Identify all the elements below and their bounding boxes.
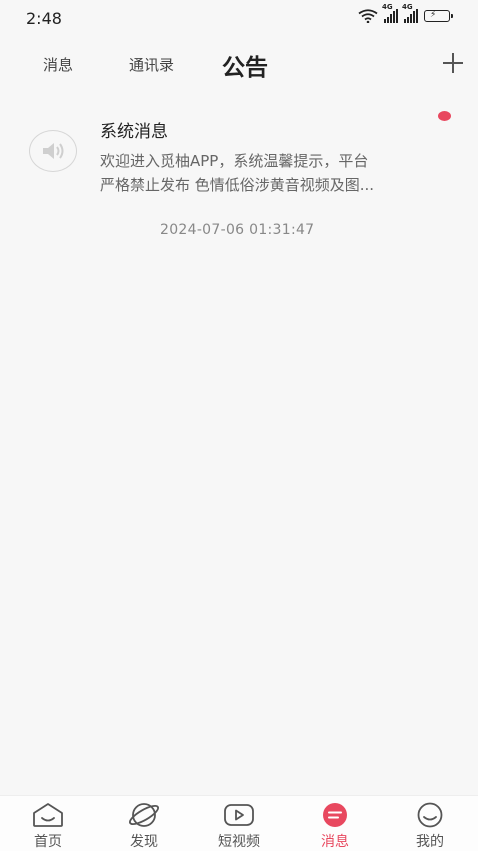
status-bar: 2:48 4G 4G ⚡: [0, 0, 478, 38]
notice-preview-line: 严格禁止发布 色情低俗涉黄音视频及图...: [100, 176, 375, 194]
play-icon: [224, 804, 254, 826]
planet-icon: [129, 803, 159, 827]
wifi-icon: [358, 9, 378, 23]
tab-contacts[interactable]: 通讯录: [129, 54, 174, 75]
notice-title: 系统消息: [100, 122, 168, 142]
notice-preview: 欢迎进入觅柚APP，系统温馨提示，平台 严格禁止发布 色情低俗涉黄音视频及图..…: [100, 149, 446, 197]
nav-label: 首页: [34, 834, 62, 850]
signal-icon: 4G: [382, 3, 398, 23]
notice-preview-line: 欢迎进入觅柚APP，系统温馨提示，平台: [100, 152, 369, 170]
top-tab-bar: 消息 通讯录 公告: [0, 40, 478, 88]
speaker-icon: [29, 130, 77, 172]
bottom-nav: 首页 发现 短视频 消息 我的: [0, 795, 478, 851]
nav-label: 短视频: [218, 834, 260, 850]
tab-messages[interactable]: 消息: [43, 54, 73, 75]
list-item[interactable]: 系统消息 欢迎进入觅柚APP，系统温馨提示，平台 严格禁止发布 色情低俗涉黄音视…: [0, 100, 478, 250]
smile-face-icon: [417, 802, 443, 828]
message-icon: [323, 803, 347, 827]
nav-label: 我的: [416, 834, 444, 850]
nav-item-profile[interactable]: 我的: [382, 796, 478, 851]
nav-item-discover[interactable]: 发现: [96, 796, 192, 851]
battery-icon: ⚡: [424, 10, 453, 22]
plus-icon[interactable]: [440, 50, 466, 76]
tab-announcements[interactable]: 公告: [222, 48, 268, 82]
notice-timestamp: 2024-07-06 01:31:47: [160, 222, 315, 238]
status-time: 2:48: [26, 9, 62, 28]
status-icons: 4G 4G ⚡: [358, 3, 453, 23]
signal-icon: 4G: [402, 3, 418, 23]
network-label: 4G: [402, 3, 413, 11]
network-label: 4G: [382, 3, 393, 11]
nav-label: 消息: [321, 834, 349, 850]
unread-badge: [438, 111, 451, 121]
home-icon: [33, 803, 63, 827]
nav-item-messages[interactable]: 消息: [287, 796, 383, 851]
nav-item-home[interactable]: 首页: [0, 796, 96, 851]
nav-label: 发现: [130, 834, 158, 850]
nav-item-short-video[interactable]: 短视频: [191, 796, 287, 851]
